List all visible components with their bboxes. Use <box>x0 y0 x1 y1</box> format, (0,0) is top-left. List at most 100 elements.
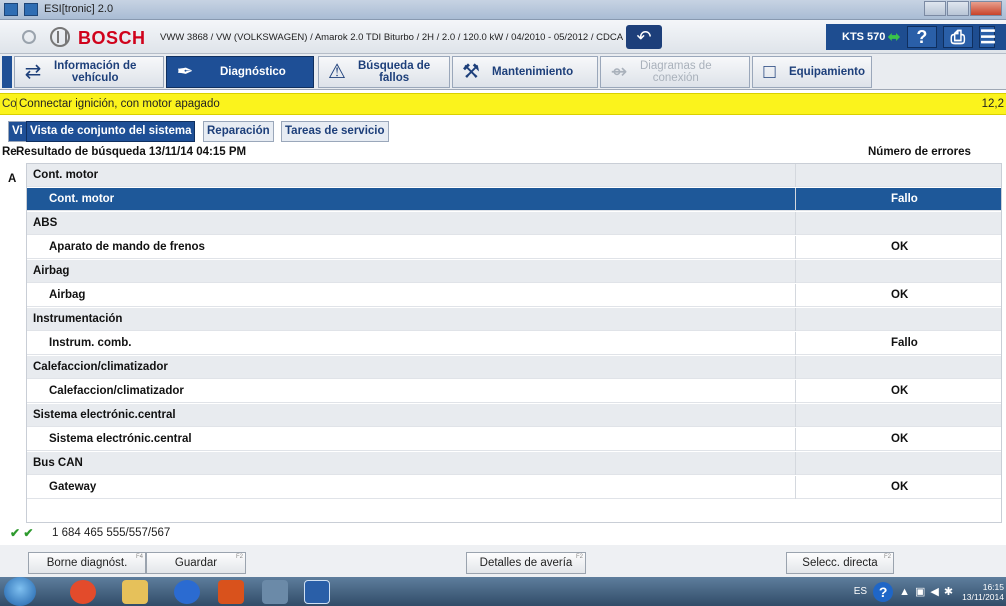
subtab-system-overview[interactable]: Vista de conjunto del sistema <box>26 121 196 142</box>
group-name: Airbag <box>33 265 70 277</box>
window-icon <box>24 3 38 16</box>
column-divider <box>795 164 796 187</box>
start-button[interactable] <box>4 577 36 606</box>
firefox-icon[interactable] <box>174 580 200 604</box>
brand-name: BOSCH <box>78 28 146 48</box>
sub-tabs: Vi Vista de conjunto del sistema Reparac… <box>0 121 1006 143</box>
clock-date: 13/11/2014 <box>962 591 1004 602</box>
tray-arrow-icon[interactable]: ▲ <box>899 586 910 598</box>
network-icon[interactable]: ▣ <box>915 585 925 598</box>
office-icon[interactable] <box>218 580 244 604</box>
group-name: Sistema electrónic.central <box>33 409 176 421</box>
group-row[interactable]: Cont. motor <box>27 164 1001 187</box>
tab-equipment[interactable]: □ Equipamiento <box>752 56 872 88</box>
book-icon: □ <box>763 61 776 83</box>
minimize-button[interactable] <box>924 1 946 16</box>
group-name: Bus CAN <box>33 457 83 469</box>
function-key: F2 <box>883 554 891 560</box>
close-button[interactable] <box>970 1 1002 16</box>
diagnostic-terminal-button[interactable]: Borne diagnóst. F4 <box>28 552 146 574</box>
usb-connected-icon: ⬌ <box>887 29 901 46</box>
wiring-diagram-icon: ⇴ <box>610 61 628 83</box>
app-header: BOSCH VWW 3868 / VW (VOLKSWAGEN) / Amaro… <box>0 20 1006 54</box>
chrome-icon[interactable] <box>70 580 96 604</box>
help-button[interactable]: ? <box>906 26 937 48</box>
button-label: Detalles de avería <box>479 557 573 569</box>
group-name: ABS <box>33 217 58 229</box>
control-unit-name: Sistema electrónic.central <box>49 433 192 445</box>
column-divider <box>795 332 796 355</box>
function-key: F2 <box>575 554 583 560</box>
clock[interactable]: 16:15 13/11/2014 <box>962 582 1004 602</box>
table-row[interactable]: Airbag OK <box>27 284 1001 307</box>
part-number: 1 684 465 555/557/567 <box>52 527 171 539</box>
table-row[interactable]: Instrum. comb. Fallo <box>27 332 1001 355</box>
group-name: Calefaccion/climatizador <box>33 361 168 373</box>
tab-label: conexión <box>652 72 699 84</box>
control-unit-name: Airbag <box>49 289 86 301</box>
check-icon: ✔ ✔ <box>10 526 34 540</box>
app-icon[interactable] <box>4 3 18 16</box>
direct-selection-button[interactable]: Selecc. directa F2 <box>786 552 894 574</box>
status-value: OK <box>891 481 909 493</box>
diagnostics-icon: ✒ <box>176 61 194 83</box>
maximize-button[interactable] <box>947 1 969 16</box>
battery-voltage: 12,2 <box>981 98 1004 110</box>
group-row[interactable]: Bus CAN <box>27 452 1001 475</box>
fault-search-icon: ⚠ <box>328 61 346 83</box>
table-row[interactable]: Calefaccion/climatizador OK <box>27 380 1001 403</box>
nav-back-icon[interactable] <box>22 30 36 44</box>
return-arrow-button[interactable]: ↶ <box>626 25 662 49</box>
group-row[interactable]: ABS <box>27 212 1001 235</box>
column-divider <box>795 212 796 235</box>
group-row[interactable]: Sistema electrónic.central <box>27 404 1001 427</box>
status-value: OK <box>891 385 909 397</box>
column-divider <box>795 404 796 427</box>
control-unit-name: Cont. motor <box>49 193 115 205</box>
table-row[interactable]: Sistema electrónic.central OK <box>27 428 1001 451</box>
group-name: Cont. motor <box>33 169 99 181</box>
tab-label: Diagramas de <box>640 60 712 72</box>
status-prefix: Co <box>2 98 17 110</box>
subtab-stub[interactable]: Vi <box>8 121 27 142</box>
status-value: Fallo <box>891 193 918 205</box>
group-row[interactable]: Calefaccion/climatizador <box>27 356 1001 379</box>
menu-button[interactable]: ☰ <box>978 26 996 48</box>
table-row[interactable]: Gateway OK <box>27 476 1001 499</box>
tab-label: Información de <box>54 60 137 72</box>
window-controls <box>923 1 1002 16</box>
tab-fault-search[interactable]: ⚠ Búsqueda de fallos <box>318 56 450 88</box>
status-bar: Co Connectar ignición, con motor apagado… <box>0 93 1006 115</box>
control-unit-name: Aparato de mando de frenos <box>49 241 205 253</box>
function-key: F2 <box>235 554 243 560</box>
folder-icon[interactable] <box>122 580 148 604</box>
error-count-header: Número de errores <box>868 146 971 158</box>
tab-wiring-diagrams[interactable]: ⇴ Diagramas de conexión <box>600 56 750 88</box>
result-prefix: Re <box>2 146 17 158</box>
save-button[interactable]: Guardar F2 <box>146 552 246 574</box>
language-indicator[interactable]: ES <box>854 586 867 597</box>
fault-details-button[interactable]: Detalles de avería F2 <box>466 552 586 574</box>
function-bar: Borne diagnóst. F4 Guardar F2 Detalles d… <box>0 545 1006 577</box>
group-row[interactable]: Airbag <box>27 260 1001 283</box>
column-divider <box>795 308 796 331</box>
print-button[interactable]: ⎙ <box>942 26 973 48</box>
system-tray: ES ? ▲ ▣ ◀ ✱ 16:15 13/11/2014 <box>854 577 1006 606</box>
window-title: ESI[tronic] 2.0 <box>44 3 114 15</box>
tab-vehicle-info[interactable]: ⇄ Información de vehículo <box>14 56 164 88</box>
paint-icon[interactable] <box>262 580 288 604</box>
group-row[interactable]: Instrumentación <box>27 308 1001 331</box>
table-row[interactable]: Cont. motor Fallo <box>27 188 1001 211</box>
volume-icon[interactable]: ◀ <box>930 585 938 598</box>
subtab-service-tasks[interactable]: Tareas de servicio <box>281 121 389 142</box>
group-name: Instrumentación <box>33 313 123 325</box>
column-divider <box>795 452 796 475</box>
tab-diagnostics[interactable]: ✒ Diagnóstico <box>166 56 314 88</box>
bluetooth-icon[interactable]: ✱ <box>944 585 953 598</box>
subtab-repair[interactable]: Reparación <box>203 121 274 142</box>
tab-maintenance[interactable]: ⚒ Mantenimiento <box>452 56 598 88</box>
table-row[interactable]: Aparato de mando de frenos OK <box>27 236 1001 259</box>
help-icon[interactable]: ? <box>873 581 894 602</box>
tab-stub[interactable] <box>2 56 12 88</box>
esitronic-icon[interactable] <box>304 580 330 604</box>
